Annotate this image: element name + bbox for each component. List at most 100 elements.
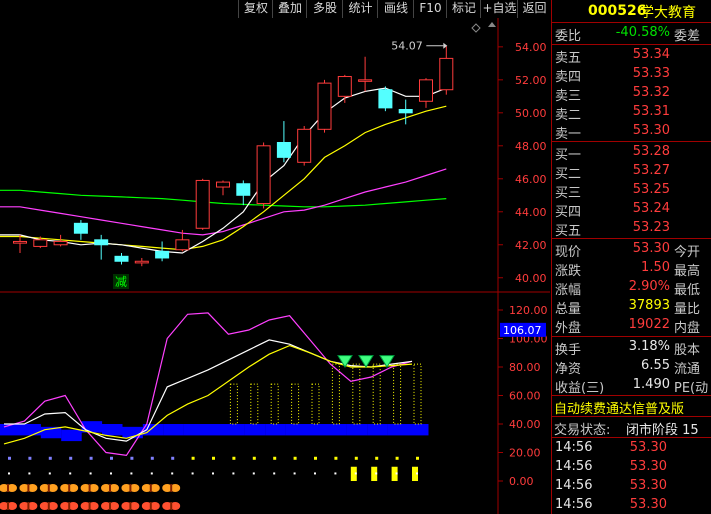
tick-price: 53.30 [629, 459, 667, 474]
blue-band-segment [326, 424, 347, 436]
candle-body [317, 82, 332, 130]
toolbar-button-4[interactable]: 画线 [377, 0, 414, 18]
toolbar-button-2[interactable]: 多股 [306, 0, 343, 18]
buy-row[interactable]: 买三 53.25 [552, 181, 711, 201]
toolbar-button-5[interactable]: F10 [413, 0, 447, 18]
candle[interactable] [439, 45, 454, 95]
chart-area[interactable]: 54.00 52.00 50.00 48.00 46.00 44.00 42.00 40.00… [0, 18, 550, 514]
candle[interactable] [195, 178, 210, 230]
tick-row[interactable]: 14:56 53.30 [552, 477, 711, 496]
tick-row[interactable]: 14:56 53.30 [552, 439, 711, 458]
sell-row[interactable]: 卖五 53.34 [552, 46, 711, 66]
stat-label-2: 流通 [674, 362, 701, 377]
candle[interactable] [358, 56, 373, 92]
stat-value: 2.90% [628, 279, 670, 294]
ticker-banner[interactable]: 自动续费通达信普及版 [552, 397, 711, 417]
butterfly-body [109, 502, 111, 510]
candle[interactable] [317, 79, 332, 133]
butterfly-icon [162, 502, 181, 510]
price-tick-label: 44.00 [515, 206, 547, 219]
candle[interactable] [73, 220, 88, 240]
toolbar-button-7[interactable]: +自选 [480, 0, 518, 18]
toolbar-button-8[interactable]: 返回 [517, 0, 551, 18]
sell-level-label: 卖四 [555, 70, 582, 85]
toolbar-button-0[interactable]: 复权 [238, 0, 273, 18]
candle[interactable] [419, 78, 433, 108]
candle[interactable] [155, 241, 170, 262]
dot-marker [293, 472, 296, 475]
toolbar-button-6[interactable]: 标记 [446, 0, 481, 18]
dot-marker [8, 472, 10, 475]
sell-row[interactable]: 卖四 53.33 [552, 65, 711, 85]
stat-row: 涨跌 1.50 最高 [552, 259, 711, 279]
marker-triangle-icon[interactable] [488, 22, 496, 27]
candle[interactable] [256, 142, 271, 209]
candle[interactable] [378, 86, 393, 112]
dot-marker [334, 472, 337, 475]
butterfly-body [170, 484, 173, 492]
dotted-bar [393, 363, 402, 425]
dot-marker [314, 472, 316, 475]
separator [552, 141, 711, 142]
dot-marker [273, 472, 276, 475]
dot-marker [110, 472, 112, 475]
candle[interactable] [114, 253, 129, 265]
dotted-bar [270, 383, 279, 425]
candle-body [53, 240, 68, 246]
separator [552, 416, 711, 417]
dot-marker [89, 456, 93, 460]
candle[interactable] [297, 126, 312, 166]
ma5-line [0, 87, 447, 254]
candle[interactable] [134, 257, 149, 267]
dotted-bar [311, 383, 320, 425]
blue-band-segment [387, 424, 409, 436]
candle[interactable] [94, 234, 109, 260]
buy-row[interactable]: 买一 53.28 [552, 143, 711, 163]
dot-marker [252, 456, 256, 460]
stat-label: 换手 [555, 343, 582, 358]
candle[interactable] [398, 99, 413, 125]
dot-marker [293, 456, 297, 460]
buy-row[interactable]: 买二 53.27 [552, 162, 711, 182]
dot-marker [150, 472, 153, 475]
toolbar-button-3[interactable]: 统计 [342, 0, 378, 18]
sell-price: 53.31 [632, 104, 670, 119]
candle[interactable] [337, 74, 352, 103]
tick-row[interactable]: 14:56 53.30 [552, 458, 711, 477]
stat-value: 1.50 [641, 260, 670, 275]
sell-level-label: 卖二 [555, 108, 582, 123]
dot-marker [212, 472, 214, 475]
candle-body [134, 260, 149, 264]
blue-band-segment [367, 424, 388, 436]
sell-row[interactable]: 卖二 53.31 [552, 103, 711, 123]
dot-marker [314, 456, 317, 460]
sell-row[interactable]: 卖一 53.30 [552, 122, 711, 142]
butterfly-body [88, 502, 91, 510]
candle-body [439, 57, 454, 91]
candle[interactable] [236, 180, 251, 206]
marker-diamond-icon[interactable] [471, 23, 481, 33]
dot-marker [150, 456, 154, 460]
candle[interactable] [13, 234, 27, 254]
buy-row[interactable]: 买五 53.23 [552, 219, 711, 239]
butterfly-icon [141, 502, 160, 510]
tick-row[interactable]: 14:56 53.30 [552, 496, 711, 514]
kline-chart-svg[interactable]: 54.00 52.00 50.00 48.00 46.00 44.00 42.00 40.00… [0, 18, 550, 514]
candle-body [358, 79, 373, 82]
indicator-tick-label: 60.00 [509, 390, 541, 403]
price-tick-label: 46.00 [515, 173, 547, 186]
sell-row[interactable]: 卖三 53.32 [552, 84, 711, 104]
dot-marker [8, 456, 11, 460]
dot-marker [48, 472, 51, 475]
buy-row[interactable]: 买四 53.24 [552, 200, 711, 220]
butterfly-icon [121, 502, 140, 510]
stat-value: 3.18% [628, 339, 670, 354]
ticker-text[interactable]: 自动续费通达信普及版 [554, 398, 684, 417]
candle[interactable] [276, 121, 291, 163]
butterfly-body [149, 484, 152, 492]
butterfly-body [27, 502, 30, 510]
candle[interactable] [216, 180, 230, 196]
signal-label: 减 [115, 275, 127, 289]
dot-marker [252, 472, 255, 475]
toolbar-button-1[interactable]: 叠加 [272, 0, 307, 18]
